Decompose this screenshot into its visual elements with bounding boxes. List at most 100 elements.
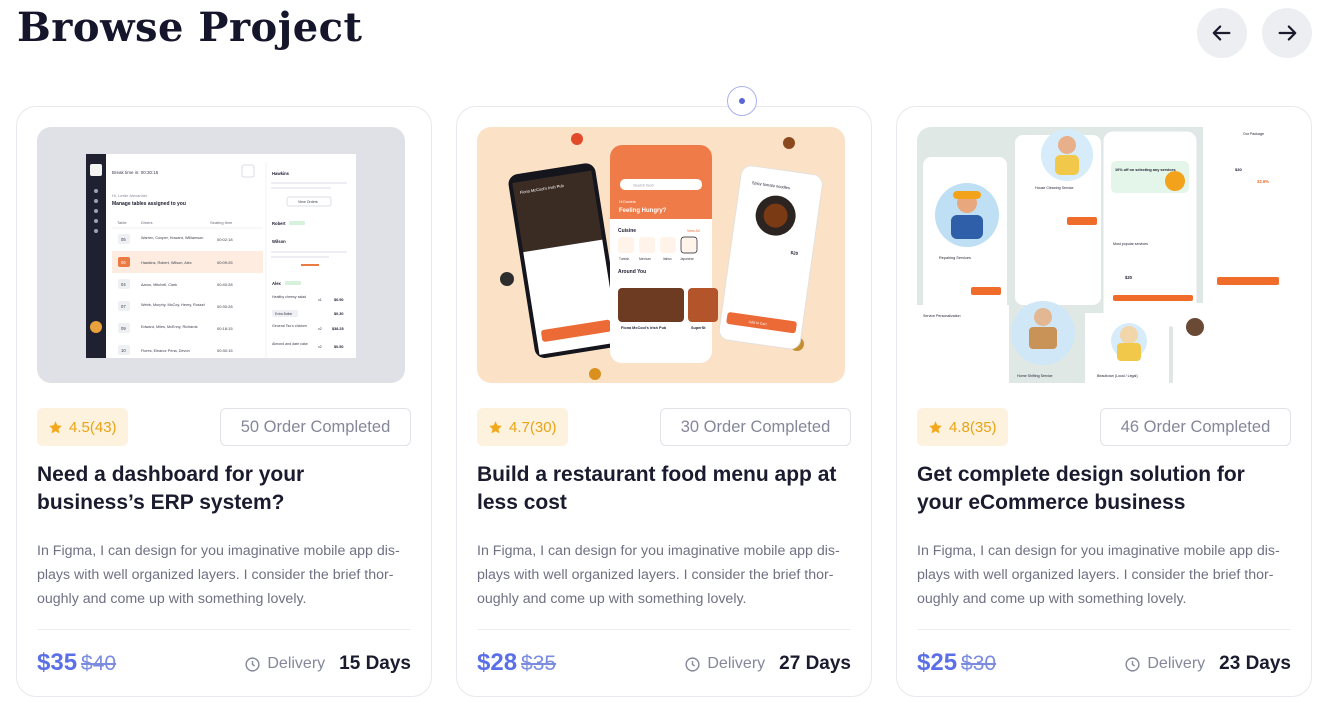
delivery-label: Delivery [267, 655, 326, 672]
thumb-popular: Most popular services [1113, 242, 1148, 246]
table-row-num: 09 [121, 326, 126, 331]
thumb-promo: 10% off on selecting any services [1115, 168, 1176, 172]
table-row-diners: Warren, Cooper, Howard, Williamson [141, 236, 203, 240]
delivery-label: Delivery [707, 655, 766, 672]
table-row-time: 00:30:28 [217, 304, 233, 309]
original-price: $35 [521, 652, 557, 675]
table-row-diners: Flores, Eleanor Pena, Devon [141, 349, 190, 353]
price: $28 $35 [477, 649, 556, 677]
thumb-side-name: Robert [272, 221, 286, 226]
table-row-diners: Edward, Miles, McEnny, Richards [141, 325, 198, 329]
star-icon [489, 420, 502, 433]
thumb-heading: Manage tables assigned to you [112, 201, 186, 207]
table-row-diners: Hawkins, Robert, Wilson, Alex [141, 261, 192, 265]
thumb-cuisine: Cuisine [618, 228, 636, 234]
project-thumbnail: Break time in: 00:30:15 Hi, Leslie Alexa… [37, 127, 405, 383]
cuisine-label: Japanese [680, 257, 694, 261]
clock-icon [245, 656, 260, 672]
project-title[interactable]: Build a restaurant food menu app at less… [477, 461, 852, 517]
thumb-greeting: Hi Daniela [619, 200, 636, 204]
project-description: In Figma, I can design for you imaginati… [917, 543, 1280, 607]
order-item-name: Almond and date cake [272, 342, 308, 346]
table-row-time: 00:09:25 [217, 260, 233, 265]
table-row-time: 00:02:18 [217, 237, 233, 242]
delivery-info: Delivery 23 Days [1124, 653, 1291, 675]
thumb-discount: 33.6% [1257, 179, 1269, 184]
clock-icon [1125, 656, 1140, 672]
order-item-qty: x2 [318, 327, 322, 331]
next-button[interactable] [1262, 8, 1312, 58]
thumb-col-table: Table [117, 220, 127, 225]
order-item-price: $0.50 [334, 345, 344, 349]
current-price: $28 [477, 649, 518, 676]
thumb-price: $20 [1125, 275, 1133, 280]
order-item-name: Healthy cheesy salad [272, 295, 306, 299]
thumb-service-1: Repairing Services [939, 256, 971, 260]
order-item-qty: x2 [318, 345, 322, 349]
order-item-price: $6.90 [334, 298, 344, 302]
project-description: In Figma, I can design for you imaginati… [37, 543, 400, 607]
thumb-side-name: Wilson [272, 239, 286, 244]
star-icon [49, 420, 62, 433]
thumb-col-seating: Seating time [210, 220, 233, 225]
thumb-restaurant: Fiona McCool's Irish Pub [621, 326, 667, 330]
project-title[interactable]: Get complete design solution for your eC… [917, 461, 1292, 517]
current-price: $25 [917, 649, 958, 676]
order-item-price: $0.30 [334, 312, 344, 316]
thumb-side-name: Alex [272, 281, 282, 286]
thumb-personalize: Service Personalization [923, 314, 961, 318]
thumb-search: Search food [633, 184, 653, 188]
table-row-num: 05 [121, 237, 126, 242]
thumb-side-name: Hawkins [272, 171, 290, 176]
original-price: $40 [81, 652, 117, 675]
thumb-package: Our Package [1243, 132, 1264, 136]
price: $35 $40 [37, 649, 116, 677]
thumb-restaurant-2: SuperSt [691, 326, 706, 330]
current-price: $35 [37, 649, 78, 676]
project-card[interactable]: Repairing Services House Cleaning Servic… [896, 106, 1312, 697]
project-card[interactable]: Break time in: 00:30:15 Hi, Leslie Alexa… [16, 106, 432, 697]
table-row-time: 00:30:15 [217, 348, 233, 353]
arrow-left-icon [1212, 25, 1231, 41]
card-divider [477, 629, 851, 630]
delivery-days: 23 Days [1219, 653, 1291, 674]
thumb-headline: Feeling Hungry? [619, 208, 667, 214]
order-item-name: General Tso's chicken [272, 324, 307, 328]
table-row-num: 04 [121, 282, 126, 287]
thumb-service-2: House Cleaning Service [1035, 186, 1074, 190]
cuisine-label: Mexican [639, 257, 651, 261]
thumb-price-2: $30 [1235, 167, 1242, 172]
table-row-time: 00:18:15 [217, 326, 233, 331]
thumb-service-3: Home Shifting Service [1017, 374, 1053, 378]
thumb-service-4: Beautician (Local / Legal) [1097, 374, 1138, 378]
thumb-view-orders: View Orders [298, 200, 318, 204]
clock-icon [685, 656, 700, 672]
price: $25 $30 [917, 649, 996, 677]
project-thumbnail: Repairing Services House Cleaning Servic… [917, 127, 1285, 383]
orders-completed-badge: 46 Order Completed [1100, 408, 1291, 446]
table-row-time: 00:40:28 [217, 282, 233, 287]
table-row-num: 06 [121, 260, 126, 265]
star-icon [929, 420, 942, 433]
order-item-qty: x1 [318, 298, 322, 302]
rating-value: 4.7(30) [509, 418, 557, 436]
cuisine-label: Turkish [619, 257, 630, 261]
delivery-days: 15 Days [339, 653, 411, 674]
thumb-greeting: Hi, Leslie Alexander [112, 193, 148, 198]
rating-value: 4.5(43) [69, 418, 117, 436]
project-card[interactable]: Fiona McCool's Irish Pub Spicy tomato no… [456, 106, 872, 697]
table-row-num: 10 [121, 348, 126, 353]
delivery-info: Delivery 27 Days [684, 653, 851, 675]
order-item-name: Extra Butter [275, 312, 293, 316]
card-divider [37, 629, 411, 630]
table-row-num: 07 [121, 304, 126, 309]
delivery-days: 27 Days [779, 653, 851, 674]
rating-value: 4.8(35) [949, 418, 997, 436]
previous-button[interactable] [1197, 8, 1247, 58]
delivery-info: Delivery 15 Days [244, 653, 411, 675]
original-price: $30 [961, 652, 997, 675]
project-title[interactable]: Need a dashboard for your business’s ERP… [37, 461, 412, 517]
thumb-view-all: View All [687, 229, 700, 233]
project-description: In Figma, I can design for you imaginati… [477, 543, 840, 607]
thumb-around-you: Around You [618, 269, 646, 275]
